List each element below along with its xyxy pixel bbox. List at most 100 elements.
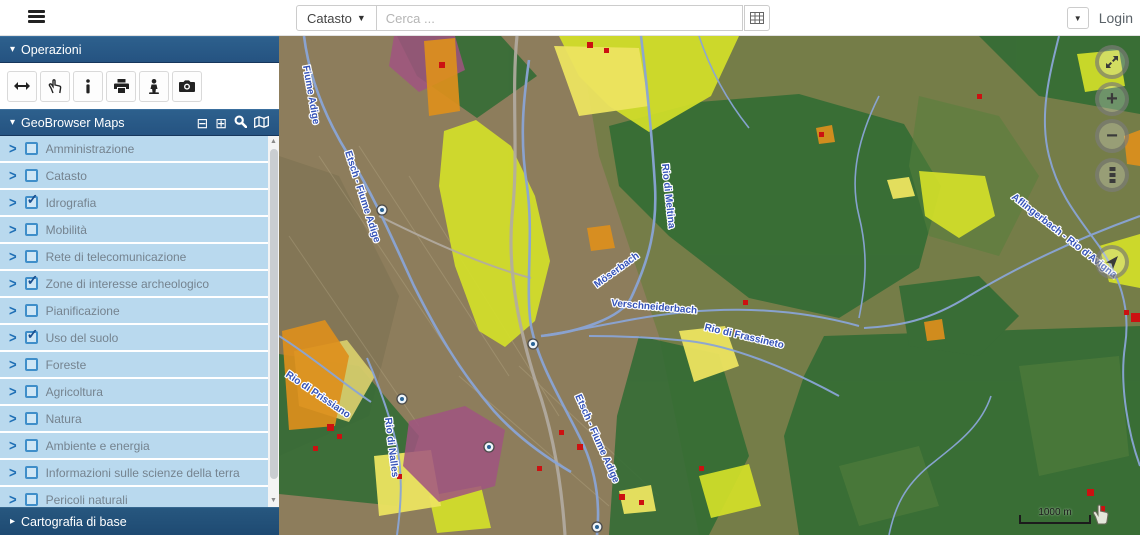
basemap-title: Cartografia di base xyxy=(21,515,127,529)
zoom-in-icon[interactable]: + xyxy=(1095,82,1129,116)
legend-map-icon[interactable] xyxy=(254,116,269,130)
layer-row-agricoltura[interactable]: > Agricoltura xyxy=(0,379,268,406)
layer-checkbox[interactable] xyxy=(25,169,38,182)
top-bar: Catasto ▼ ▼ Login xyxy=(0,0,1140,36)
layer-row-zone-archeologico[interactable]: > Zone di interesse archeologico xyxy=(0,271,268,298)
layer-row-natura[interactable]: > Natura xyxy=(0,406,268,433)
expand-all-icon[interactable]: ⊞ xyxy=(215,116,227,130)
chevron-right-icon[interactable]: > xyxy=(9,329,17,346)
chevron-right-icon[interactable]: > xyxy=(9,464,17,481)
search-input[interactable] xyxy=(377,5,743,31)
layer-label: Ambiente e energia xyxy=(46,439,150,453)
search-category-label: Catasto xyxy=(307,11,352,26)
layer-row-ambiente-energia[interactable]: > Ambiente e energia xyxy=(0,433,268,460)
layer-label: Mobilità xyxy=(46,223,87,237)
operations-toolbar xyxy=(0,63,279,109)
camera-icon[interactable] xyxy=(172,71,202,102)
map-canvas[interactable]: Fiume Adige Etsch - Fiume Adige Rio di M… xyxy=(279,36,1140,535)
search-category-button[interactable]: Catasto ▼ xyxy=(296,5,377,31)
chevron-right-icon[interactable]: > xyxy=(9,437,17,454)
layer-row-uso-del-suolo[interactable]: > Uso del suolo xyxy=(0,325,268,352)
caret-down-icon: ▾ xyxy=(10,44,15,55)
layer-row-scienze-terra[interactable]: > Informazioni sulle scienze della terra xyxy=(0,460,268,487)
layer-checkbox[interactable] xyxy=(25,304,38,317)
sidebar: ▾ Operazioni ▾ Geo xyxy=(0,36,279,535)
chevron-right-icon[interactable]: > xyxy=(9,194,17,211)
caret-down-icon: ▾ xyxy=(10,117,15,128)
login-link[interactable]: Login xyxy=(1099,10,1133,26)
layer-checkbox[interactable] xyxy=(25,466,38,479)
layer-list: > Amministrazione > Catasto > Idrografia > M… xyxy=(0,136,279,507)
zoom-out-icon[interactable]: − xyxy=(1095,119,1129,153)
layer-row-pianificazione[interactable]: > Pianificazione xyxy=(0,298,268,325)
layer-checkbox[interactable] xyxy=(25,358,38,371)
chevron-right-icon[interactable]: > xyxy=(9,491,17,507)
layer-checkbox[interactable] xyxy=(25,250,38,263)
layer-checkbox[interactable] xyxy=(25,412,38,425)
layer-label: Uso del suolo xyxy=(46,331,119,345)
layer-label: Catasto xyxy=(46,169,87,183)
layer-row-catasto[interactable]: > Catasto xyxy=(0,163,268,190)
layer-label: Agricoltura xyxy=(46,385,103,399)
search-layers-icon[interactable] xyxy=(234,115,247,130)
chevron-right-icon[interactable]: > xyxy=(9,275,17,292)
layer-list-scrollbar[interactable]: ▲ ▼ xyxy=(268,136,279,507)
info-icon[interactable] xyxy=(73,71,103,102)
layer-checkbox[interactable] xyxy=(25,385,38,398)
layer-checkbox-checked[interactable] xyxy=(25,196,38,209)
layer-checkbox-checked[interactable] xyxy=(25,277,38,290)
search-group: Catasto ▼ xyxy=(296,5,770,31)
chevron-right-icon[interactable]: > xyxy=(9,221,17,238)
account-caret-icon[interactable]: ▼ xyxy=(1067,7,1089,29)
collapse-all-icon[interactable]: ⊟ xyxy=(197,116,209,130)
layer-checkbox[interactable] xyxy=(25,223,38,236)
scroll-down-icon[interactable]: ▼ xyxy=(268,495,279,507)
menu-icon[interactable] xyxy=(28,10,45,24)
pointer-hand-icon[interactable] xyxy=(40,71,70,102)
chevron-right-icon[interactable]: > xyxy=(9,167,17,184)
streetview-icon[interactable] xyxy=(139,71,169,102)
zoom-extent-icon[interactable] xyxy=(1095,45,1129,79)
scrollbar-thumb[interactable] xyxy=(270,149,278,479)
layer-label: Rete di telecomunicazione xyxy=(46,250,187,264)
previous-extents-icon[interactable] xyxy=(1095,158,1129,192)
table-icon[interactable] xyxy=(744,5,770,31)
scale-text: 1000 m xyxy=(1019,507,1091,518)
layer-checkbox[interactable] xyxy=(25,439,38,452)
chevron-right-icon[interactable]: > xyxy=(9,302,17,319)
layer-label: Natura xyxy=(46,412,82,426)
scale-bar: 1000 m xyxy=(1019,510,1091,524)
layer-row-pericoli-naturali[interactable]: > Pericoli naturali xyxy=(0,487,268,507)
basemap-panel-header[interactable]: ▸ Cartografia di base xyxy=(0,507,279,535)
layer-label: Foreste xyxy=(46,358,87,372)
layer-row-rete-telecomunicazione[interactable]: > Rete di telecomunicazione xyxy=(0,244,268,271)
layer-row-amministrazione[interactable]: > Amministrazione xyxy=(0,136,268,163)
layer-label: Amministrazione xyxy=(46,142,135,156)
layer-label: Idrografia xyxy=(46,196,97,210)
layer-checkbox[interactable] xyxy=(25,142,38,155)
layer-checkbox[interactable] xyxy=(25,493,38,506)
chevron-right-icon[interactable]: > xyxy=(9,383,17,400)
map-imagery: Fiume Adige Etsch - Fiume Adige Rio di M… xyxy=(279,36,1140,535)
maps-panel-header[interactable]: ▾ GeoBrowser Maps ⊟ ⊞ xyxy=(0,109,279,136)
layer-label: Pericoli naturali xyxy=(46,493,128,507)
layer-label: Pianificazione xyxy=(46,304,120,318)
chevron-right-icon[interactable]: > xyxy=(9,356,17,373)
layer-checkbox-checked[interactable] xyxy=(25,331,38,344)
chevron-right-icon[interactable]: > xyxy=(9,140,17,157)
layer-label: Informazioni sulle scienze della terra xyxy=(46,466,240,480)
layer-row-mobilita[interactable]: > Mobilità xyxy=(0,217,268,244)
chevron-right-icon[interactable]: > xyxy=(9,410,17,427)
layer-row-foreste[interactable]: > Foreste xyxy=(0,352,268,379)
geolocate-icon[interactable] xyxy=(1095,245,1129,279)
print-icon[interactable] xyxy=(106,71,136,102)
caret-right-icon: ▸ xyxy=(10,516,15,527)
layer-label: Zone di interesse archeologico xyxy=(46,277,209,291)
scroll-up-icon[interactable]: ▲ xyxy=(268,136,279,148)
measure-icon[interactable] xyxy=(7,71,37,102)
hand-cursor-icon xyxy=(1091,502,1113,526)
chevron-right-icon[interactable]: > xyxy=(9,248,17,265)
caret-down-icon: ▼ xyxy=(357,13,366,23)
operations-panel-header[interactable]: ▾ Operazioni xyxy=(0,36,279,63)
layer-row-idrografia[interactable]: > Idrografia xyxy=(0,190,268,217)
